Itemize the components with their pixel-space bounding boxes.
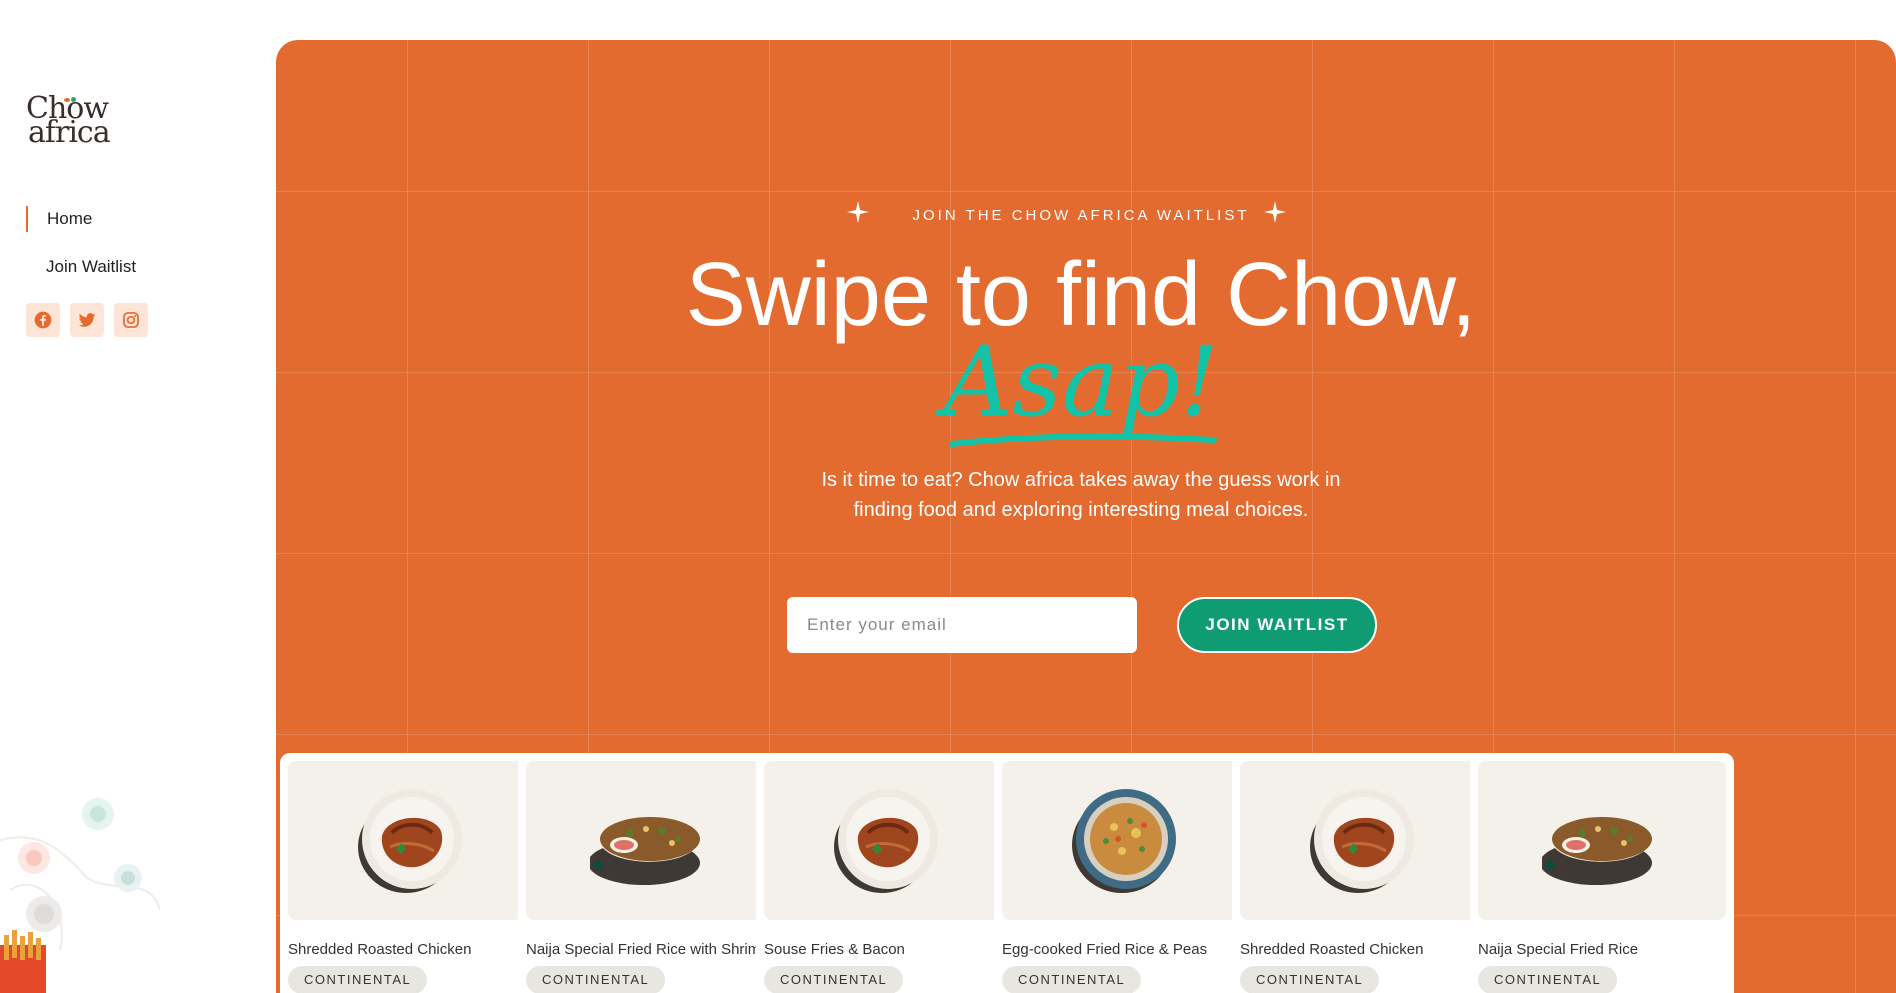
hero-section: JOIN THE CHOW AFRICA WAITLIST Swipe to f… bbox=[276, 40, 1896, 993]
twitter-link[interactable] bbox=[70, 303, 104, 337]
roasted-chicken-plate-icon bbox=[358, 789, 462, 893]
decorative-food-illustration bbox=[0, 790, 160, 993]
dish-card[interactable]: Shredded Roasted Chicken CONTINENTAL bbox=[1232, 753, 1496, 993]
cuisine-tag: CONTINENTAL bbox=[288, 966, 428, 993]
nav-item-label: Home bbox=[47, 209, 93, 228]
instagram-link[interactable] bbox=[114, 303, 148, 337]
dish-card[interactable]: Egg-cooked Fried Rice & Peas CONTINENTAL bbox=[994, 753, 1258, 993]
fried-rice-plate-icon bbox=[1072, 789, 1176, 893]
dish-title: Egg-cooked Fried Rice & Peas bbox=[1002, 941, 1208, 958]
dish-carousel: Shredded Roasted Chicken CONTINENTAL Nai… bbox=[280, 753, 1896, 993]
email-input[interactable] bbox=[787, 597, 1137, 653]
logo-accent-dot-orange bbox=[64, 98, 70, 102]
dish-image bbox=[1002, 761, 1250, 920]
facebook-icon bbox=[34, 311, 52, 329]
roasted-chicken-plate-icon bbox=[1310, 789, 1414, 893]
facebook-link[interactable] bbox=[26, 303, 60, 337]
cuisine-tag: CONTINENTAL bbox=[764, 966, 904, 993]
cuisine-tag: CONTINENTAL bbox=[1478, 966, 1618, 993]
twitter-icon bbox=[78, 313, 96, 327]
cuisine-tag: CONTINENTAL bbox=[526, 966, 666, 993]
rice-bowl-icon bbox=[1542, 817, 1652, 885]
dish-card[interactable]: Naija Special Fried Rice CONTINENTAL bbox=[1470, 753, 1734, 993]
nav-item-join-waitlist[interactable]: Join Waitlist bbox=[46, 255, 136, 279]
dish-card[interactable]: Souse Fries & Bacon CONTINENTAL bbox=[756, 753, 1020, 993]
dish-title: Naija Special Fried Rice bbox=[1478, 941, 1639, 958]
dish-title: Shredded Roasted Chicken bbox=[1240, 941, 1424, 958]
dish-card[interactable]: Naija Special Fried Rice with Shrimps CO… bbox=[518, 753, 782, 993]
rice-bowl-icon bbox=[590, 817, 700, 885]
logo-accent-dot-green bbox=[71, 97, 76, 102]
dish-image bbox=[526, 761, 774, 920]
dish-title: Naija Special Fried Rice with Shrimps bbox=[526, 941, 777, 958]
roasted-chicken-plate-icon bbox=[834, 789, 938, 893]
dish-title: Shredded Roasted Chicken bbox=[288, 941, 472, 958]
join-waitlist-button[interactable]: JOIN WAITLIST bbox=[1177, 597, 1377, 653]
waitlist-kicker: JOIN THE CHOW AFRICA WAITLIST bbox=[912, 207, 1250, 224]
hero-accent-word: Asap! bbox=[943, 326, 1219, 438]
cuisine-tag: CONTINENTAL bbox=[1240, 966, 1380, 993]
sidebar: Chow africa Home Join Waitlist bbox=[0, 0, 276, 993]
accent-underline bbox=[949, 433, 1217, 447]
chow-africa-logo[interactable]: Chow africa bbox=[26, 94, 111, 154]
nav-item-label: Join Waitlist bbox=[46, 257, 137, 276]
sparkle-icon bbox=[1264, 201, 1286, 223]
dish-image bbox=[1240, 761, 1488, 920]
dish-image bbox=[288, 761, 536, 920]
logo-line-2: africa bbox=[28, 115, 111, 150]
cuisine-tag: CONTINENTAL bbox=[1002, 966, 1142, 993]
active-indicator bbox=[26, 206, 28, 232]
dish-image bbox=[764, 761, 1012, 920]
nav-item-home[interactable]: Home bbox=[26, 206, 92, 232]
instagram-icon bbox=[123, 312, 139, 328]
dish-card[interactable]: Shredded Roasted Chicken CONTINENTAL bbox=[280, 753, 544, 993]
dish-title: Souse Fries & Bacon bbox=[764, 941, 905, 958]
hero-subtext: Is it time to eat? Chow africa takes awa… bbox=[821, 469, 1341, 521]
dish-image bbox=[1478, 761, 1726, 920]
